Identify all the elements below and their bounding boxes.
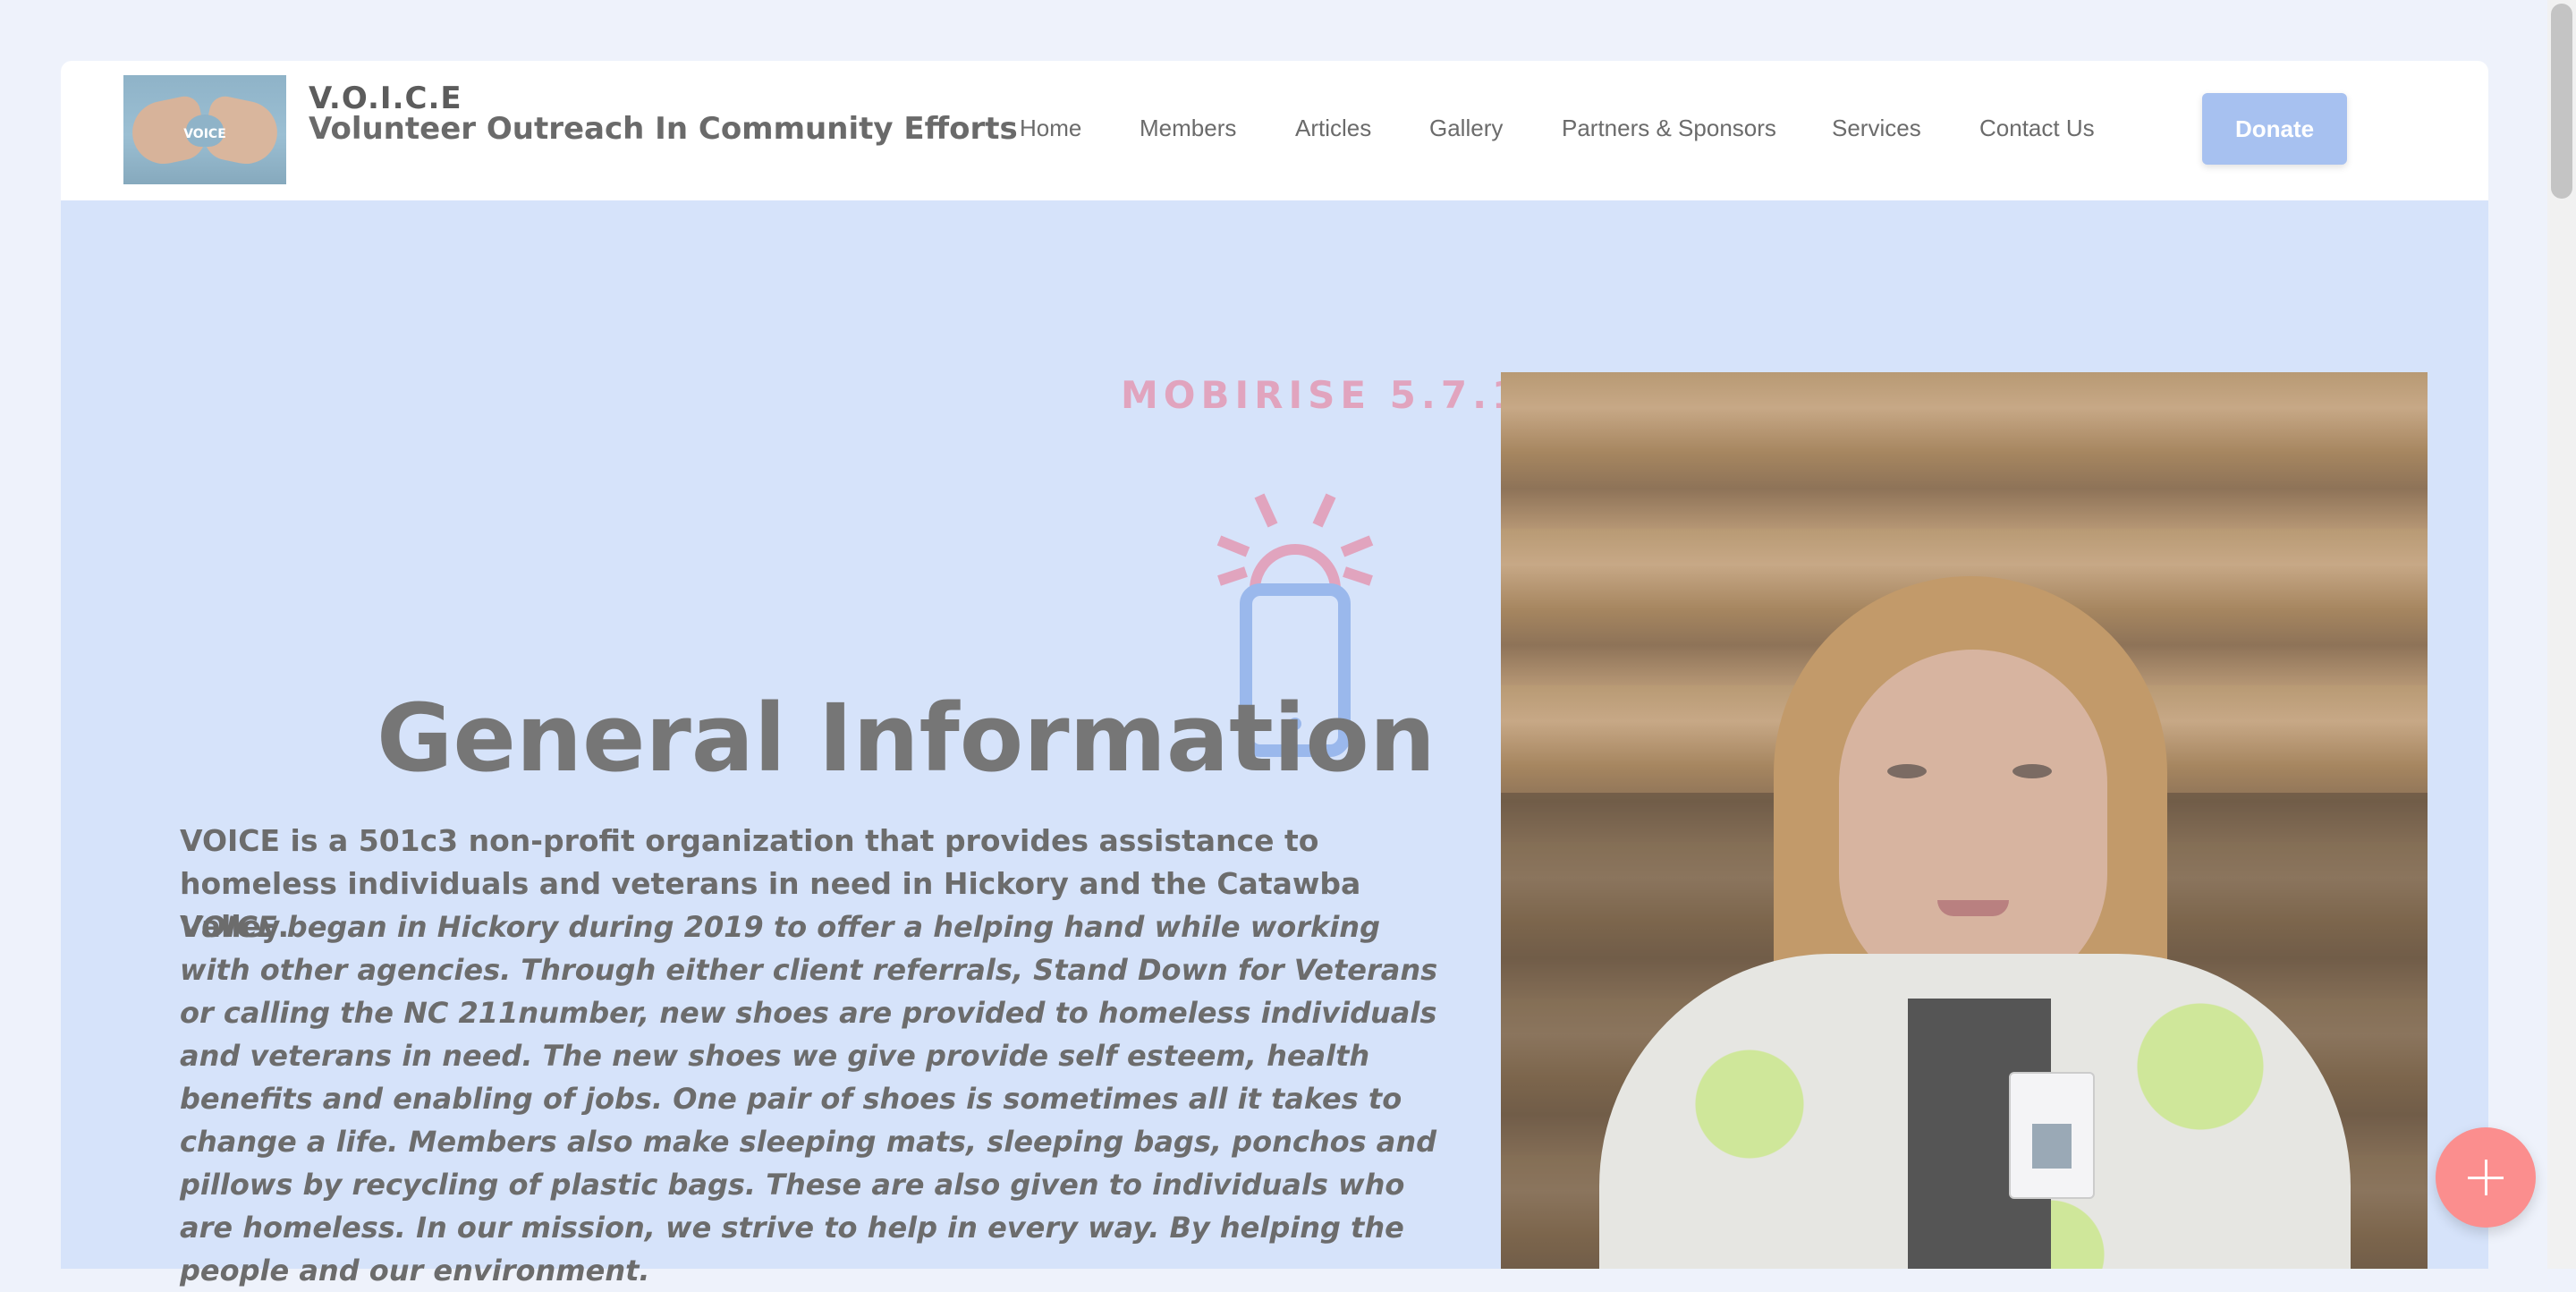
nav-item-services[interactable]: Services [1832, 115, 1921, 142]
nav-item-gallery[interactable]: Gallery [1429, 115, 1503, 142]
nav-item-articles[interactable]: Articles [1295, 115, 1371, 142]
page-scrollbar[interactable] [2547, 0, 2576, 1269]
page-title: General Information [377, 684, 1436, 793]
photo-id-badge [2009, 1072, 2095, 1199]
hero-section: MOBIRISE 5.7.12 General Information VOIC… [61, 200, 2488, 1288]
badge-photo [2032, 1124, 2072, 1169]
photo-mouth [1937, 900, 2009, 916]
scrollbar-thumb[interactable] [2551, 4, 2572, 199]
donate-button[interactable]: Donate [2202, 93, 2347, 165]
main-nav: Home Members Articles Gallery Partners &… [61, 115, 2488, 150]
nav-item-partners-sponsors[interactable]: Partners & Sponsors [1562, 115, 1776, 142]
story-paragraph: VOICE began in Hickory during 2019 to of… [180, 910, 1438, 1288]
nav-item-home[interactable]: Home [1020, 115, 1081, 142]
nav-item-contact-us[interactable]: Contact Us [1979, 115, 2095, 142]
photo-face [1839, 650, 2107, 999]
mobirise-badge: MOBIRISE 5.7.12 [1121, 373, 1555, 417]
nav-item-members[interactable]: Members [1140, 115, 1236, 142]
founder-photo [1501, 372, 2428, 1269]
photo-eye-left [1887, 764, 1927, 778]
floating-add-button[interactable] [2436, 1127, 2536, 1228]
plus-icon-vertical [2485, 1160, 2487, 1195]
site-header: VOICE V.O.I.C.E Volunteer Outreach In Co… [61, 61, 2488, 200]
photo-eye-right [2012, 764, 2052, 778]
